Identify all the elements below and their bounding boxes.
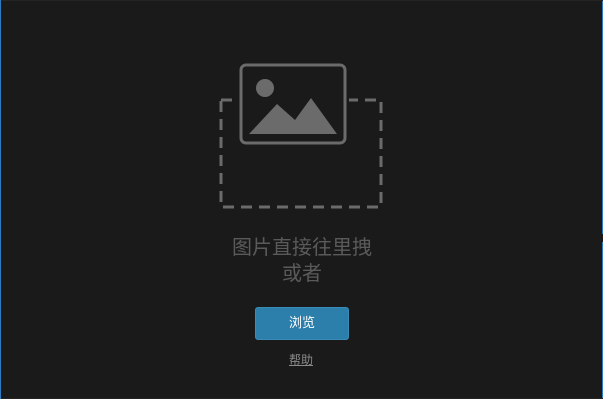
browse-button[interactable]: 浏览 (255, 307, 349, 340)
drop-prompt-line1: 图片直接往里拽 (232, 235, 372, 259)
image-drop-panel[interactable]: 图片直接往里拽 或者 浏览 帮助 (0, 0, 603, 399)
drop-target-illustration[interactable] (211, 58, 391, 216)
drop-prompt-line2: 或者 (282, 261, 322, 285)
drop-prompt: 图片直接往里拽 或者 (191, 234, 413, 286)
top-edge (1, 0, 603, 1)
help-link[interactable]: 帮助 (271, 352, 331, 368)
